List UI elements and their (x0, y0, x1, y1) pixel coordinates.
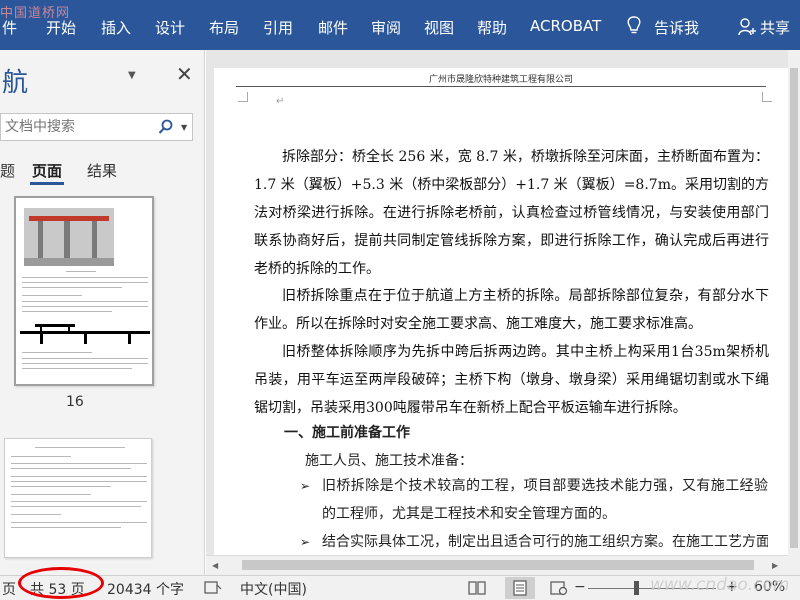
document-area: 广州市晟隆欣特种建筑工程有限公司 ↵ 拆除部分：桥全长 256 米，宽 8.7 … (206, 50, 800, 575)
nav-search-input[interactable] (5, 118, 150, 136)
language-indicator[interactable]: 中文(中国) (240, 579, 307, 599)
scroll-right-icon[interactable]: ▶ (772, 561, 778, 570)
list-item-text: 旧桥拆除是个技术较高的工程，项目部要选技术能力强，又有施工经验的工程师，尤其是工… (322, 478, 768, 522)
ribbon: 中国道桥网 件 开始 插入 设计 布局 引用 邮件 审阅 视图 帮助 ACROB… (0, 0, 800, 50)
zoom-slider-handle[interactable] (634, 581, 639, 595)
paragraph-mark: ↵ (276, 96, 285, 107)
paragraph-2: 旧桥拆除重点在于位于航道上方主桥的拆除。局部拆除部位复杂，有部分水下作业。所以在… (254, 288, 769, 332)
lightbulb-icon[interactable] (626, 16, 642, 36)
share-button[interactable]: 共享 (760, 17, 790, 38)
page-header: 广州市晟隆欣特种建筑工程有限公司 (428, 75, 573, 85)
accessibility-check-icon[interactable] (204, 580, 222, 596)
tab-insert[interactable]: 插入 (101, 17, 131, 38)
page-thumbnail-17[interactable] (4, 438, 152, 558)
read-mode-icon[interactable] (468, 580, 486, 596)
tab-results[interactable]: 结果 (87, 160, 117, 181)
header-rule (236, 86, 766, 87)
tab-review[interactable]: 审阅 (371, 17, 401, 38)
bullet-arrow-icon: ➢ (300, 535, 311, 549)
paragraph-1: 拆除部分：桥全长 256 米，宽 8.7 米，桥墩拆除至河床面，主桥断面布置为：… (254, 149, 769, 277)
tab-acrobat[interactable]: ACROBAT (530, 17, 601, 35)
site-watermark: www.cndao.com (650, 575, 790, 595)
nav-search-box[interactable]: ▼ (0, 113, 193, 141)
tab-mailings[interactable]: 邮件 (318, 17, 348, 38)
list-item: ➢ 结合实际具体工况，制定出且适合可行的施工组织方案。在施工工艺方面 (300, 528, 770, 555)
margin-corner-mark (762, 92, 772, 102)
page-thumbnail-16[interactable] (14, 196, 154, 386)
vertical-scroll-thumb[interactable] (790, 68, 798, 548)
margin-corner-mark (238, 92, 248, 102)
zoom-out-button[interactable]: − (574, 579, 586, 595)
list-item: ➢ 旧桥拆除是个技术较高的工程，项目部要选技术能力强，又有施工经验的工程师，尤其… (300, 472, 770, 528)
bridge-diagram-thumbnail (20, 324, 150, 344)
highlight-circle-annotation (18, 567, 104, 599)
crane-photo-thumbnail (24, 208, 114, 266)
tab-pages[interactable]: 页面 (32, 160, 62, 181)
tab-view[interactable]: 视图 (424, 17, 454, 38)
share-person-icon[interactable] (738, 18, 756, 36)
paragraph-3: 旧桥整体拆除顺序为先拆中跨后拆两边跨。其中主桥上构采用1台35m架桥机吊装，用平… (254, 344, 769, 416)
bullet-arrow-icon: ➢ (300, 479, 311, 493)
subheading: 施工人员、施工技术准备： (305, 453, 473, 469)
tab-headings[interactable]: 题 (0, 160, 15, 181)
web-layout-icon[interactable] (550, 580, 568, 596)
page-thumbnail-number: 16 (66, 394, 84, 410)
tab-help[interactable]: 帮助 (477, 17, 507, 38)
navigation-pane: 航 ▼ ✕ ▼ 题 页面 结果 (0, 50, 205, 575)
tab-layout[interactable]: 布局 (209, 17, 239, 38)
chevron-down-icon[interactable]: ▼ (181, 123, 187, 132)
print-layout-icon (513, 580, 527, 596)
search-icon[interactable] (158, 119, 174, 135)
horizontal-scroll-thumb[interactable] (242, 560, 754, 570)
document-page[interactable]: 广州市晟隆欣特种建筑工程有限公司 ↵ 拆除部分：桥全长 256 米，宽 8.7 … (214, 68, 788, 555)
close-icon[interactable]: ✕ (176, 62, 193, 86)
tab-file[interactable]: 件 (2, 17, 17, 38)
print-layout-button[interactable] (505, 577, 535, 599)
scroll-left-icon[interactable]: ◀ (212, 561, 218, 570)
page-label[interactable]: 页 (2, 579, 16, 599)
section-heading: 一、施工前准备工作 (284, 425, 410, 441)
nav-pane-title: 航 (2, 68, 29, 98)
word-count[interactable]: 20434 个字 (107, 579, 184, 599)
list-item-text: 结合实际具体工况，制定出且适合可行的施工组织方案。在施工工艺方面 (322, 534, 768, 550)
pane-options-icon[interactable]: ▼ (128, 70, 136, 81)
tab-home[interactable]: 开始 (46, 17, 76, 38)
tell-me-box[interactable]: 告诉我 (654, 17, 699, 38)
tab-design[interactable]: 设计 (155, 17, 185, 38)
tab-references[interactable]: 引用 (263, 17, 293, 38)
active-tab-indicator (30, 182, 64, 185)
